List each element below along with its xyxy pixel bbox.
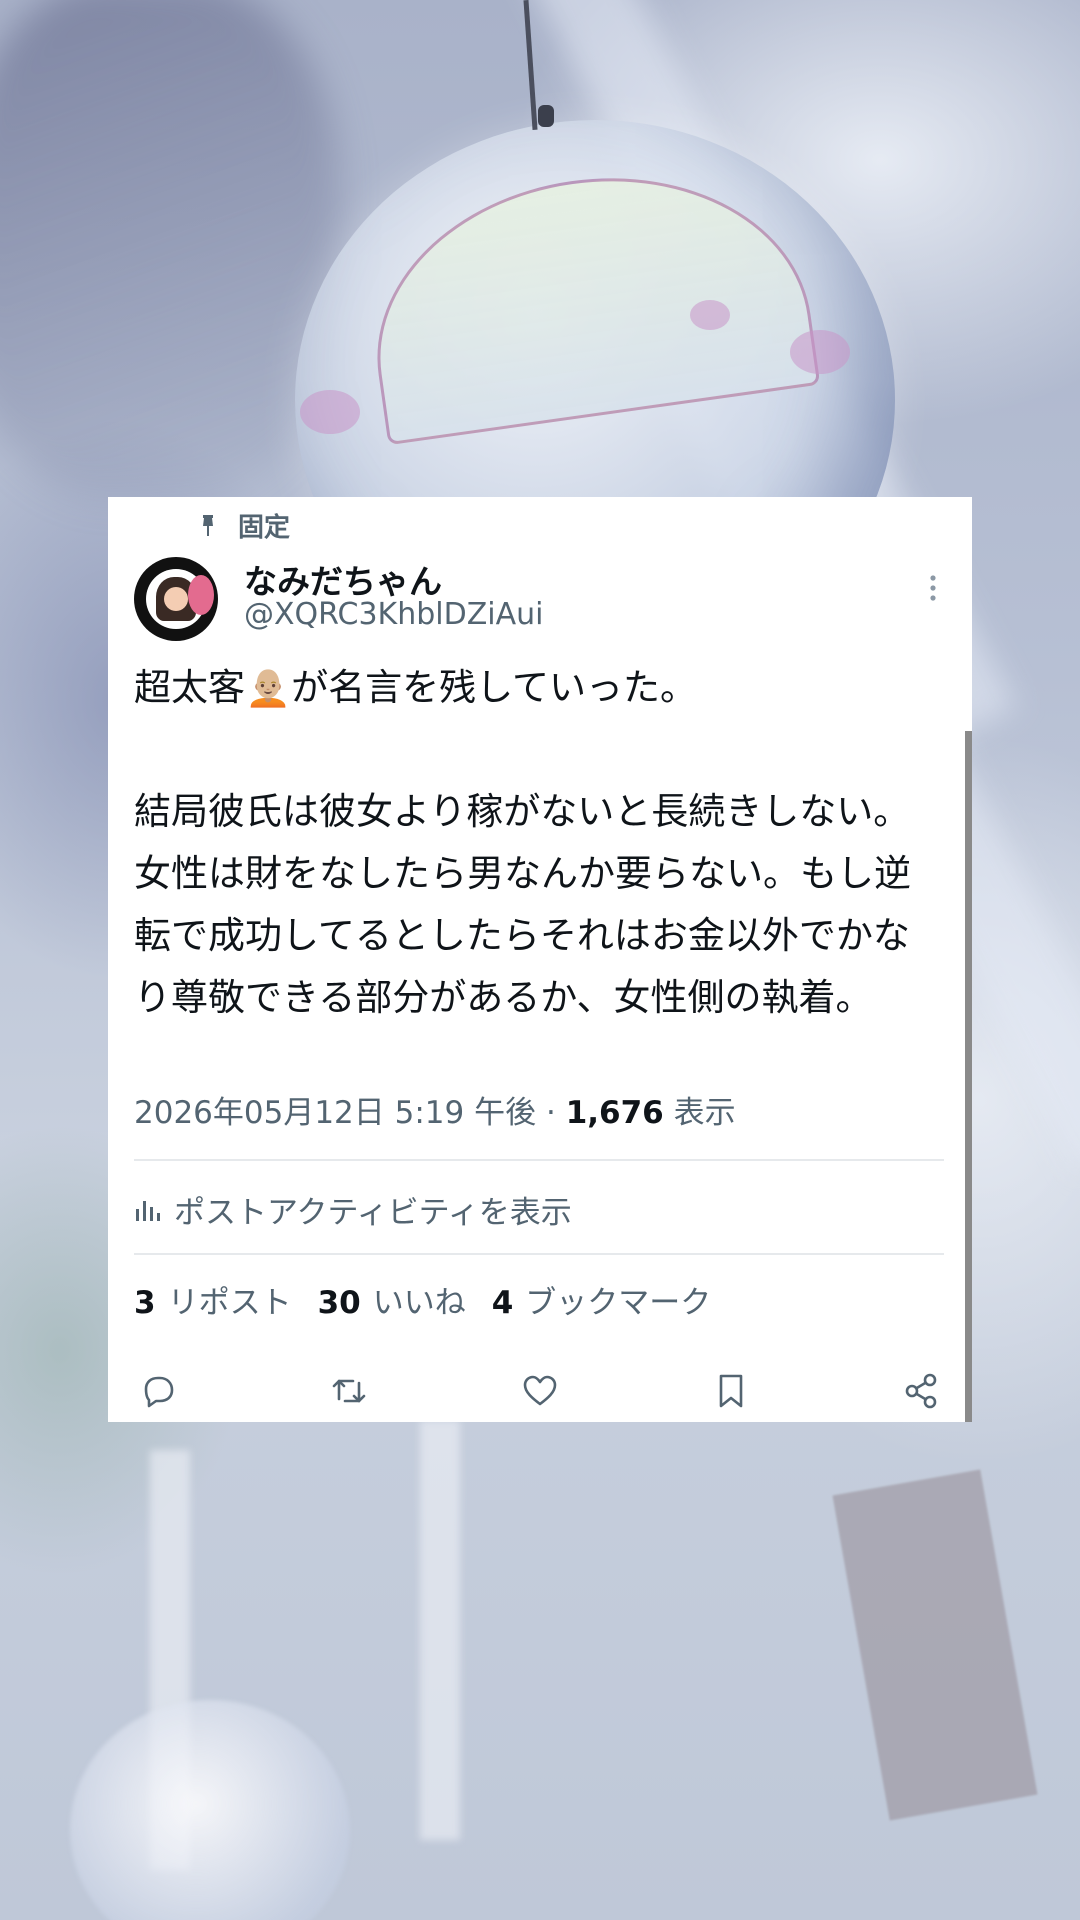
bookmarks-label[interactable]: ブックマーク <box>525 1277 711 1322</box>
post-card: 固定 なみだちゃん @XQRC3KhblDZiAui 超太客🧑🏼‍🦲が名言を残し… <box>108 497 972 1422</box>
share-icon <box>905 1373 937 1409</box>
scrollbar[interactable] <box>965 731 972 1422</box>
share-button[interactable] <box>898 1367 946 1415</box>
divider <box>134 1253 944 1255</box>
repost-button[interactable] <box>325 1367 373 1415</box>
repost-icon <box>332 1379 366 1403</box>
pinned-label: 固定 <box>238 513 291 543</box>
reposts-count[interactable]: 3 <box>134 1285 156 1321</box>
action-bar <box>134 1367 946 1415</box>
likes-label[interactable]: いいね <box>373 1277 466 1322</box>
post-text: 超太客🧑🏼‍🦲が名言を残していった。 結局彼氏は彼女より稼がないと長続きしない。… <box>134 666 911 1019</box>
divider <box>134 1159 944 1161</box>
like-button[interactable] <box>516 1367 564 1415</box>
view-activity-link[interactable]: ポストアクティビティを表示 <box>134 1187 572 1232</box>
avatar[interactable] <box>134 557 218 641</box>
post-timestamp[interactable]: 2026年05月12日 5:19 午後 <box>134 1095 536 1131</box>
likes-count[interactable]: 30 <box>318 1285 361 1321</box>
bookmark-icon <box>719 1374 743 1408</box>
pin-icon <box>203 514 213 536</box>
bookmarks-count[interactable]: 4 <box>492 1285 514 1321</box>
post-meta: 2026年05月12日 5:19 午後 · 1,676 表示 <box>134 1087 736 1132</box>
more-options-icon[interactable] <box>928 573 938 603</box>
like-icon <box>523 1375 557 1406</box>
reposts-label[interactable]: リポスト <box>168 1277 292 1322</box>
view-activity-label: ポストアクティビティを表示 <box>174 1195 572 1231</box>
meta-separator: · <box>545 1095 556 1131</box>
engagement-stats: 3 リポスト 30 いいね 4 ブックマーク <box>134 1277 737 1322</box>
bookmark-button[interactable] <box>707 1367 755 1415</box>
pinned-indicator: 固定 <box>200 507 290 544</box>
reply-icon <box>144 1376 174 1408</box>
reply-button[interactable] <box>134 1367 182 1415</box>
author-display-name[interactable]: なみだちゃん <box>244 555 442 603</box>
views-label: 表示 <box>673 1095 736 1131</box>
views-count: 1,676 <box>565 1095 664 1131</box>
analytics-icon <box>136 1200 160 1221</box>
author-handle[interactable]: @XQRC3KhblDZiAui <box>244 597 543 632</box>
